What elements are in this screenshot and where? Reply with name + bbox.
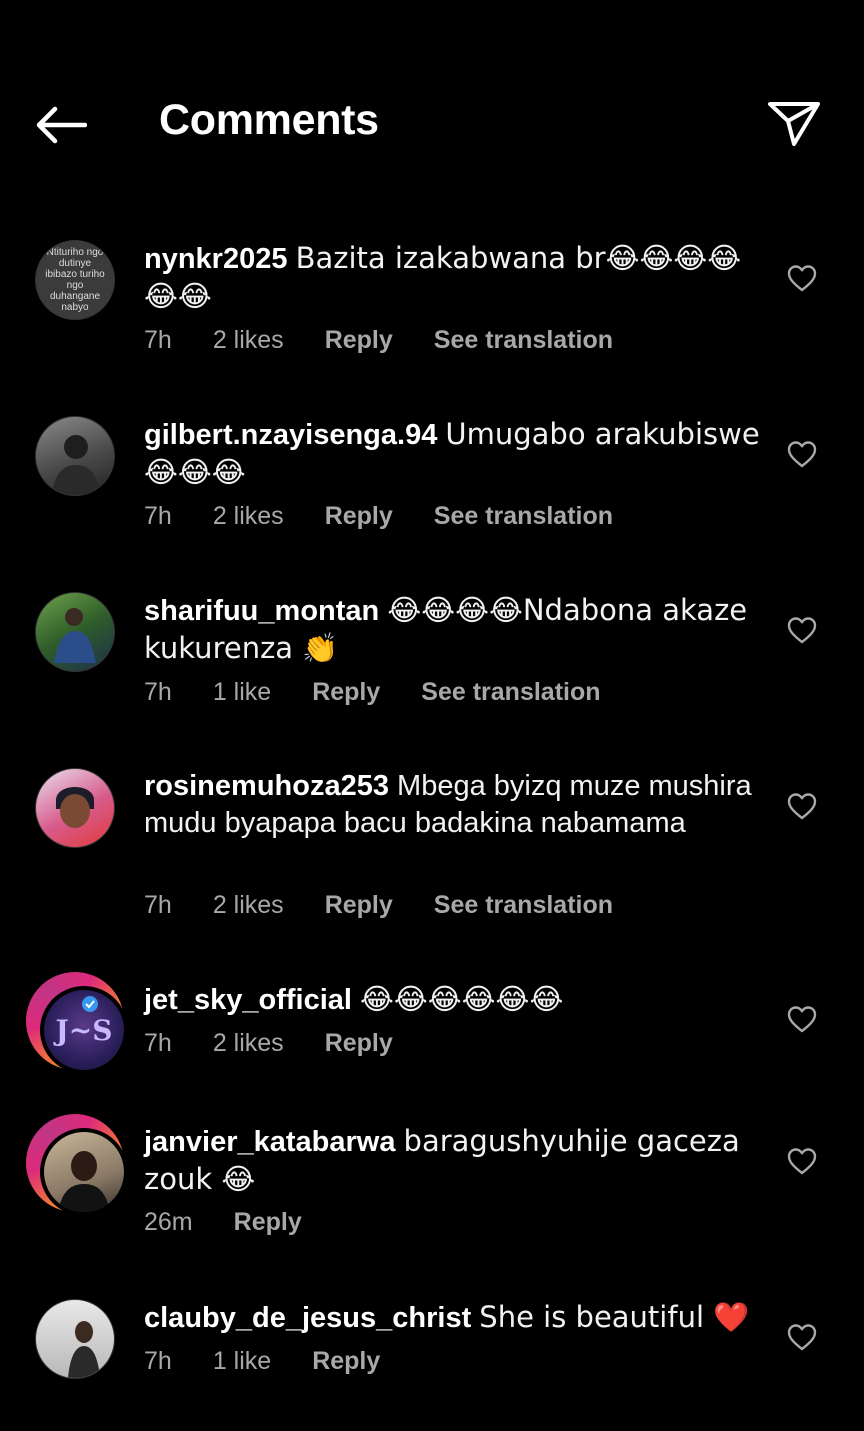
see-translation-button[interactable]: See translation [421,678,600,707]
person-silhouette-icon [58,1151,110,1212]
reply-button[interactable]: Reply [312,678,380,707]
comment-likes[interactable]: 1 like [213,678,271,707]
avatar[interactable] [26,1114,128,1216]
reply-button[interactable]: Reply [325,1029,393,1058]
see-translation-button[interactable]: See translation [434,326,613,355]
comment-meta: 26m Reply [144,1208,343,1237]
comment-username[interactable]: clauby_de_jesus_christ [144,1302,471,1334]
avatar[interactable] [35,592,115,672]
comment-meta: 7h 2 likes Reply See translation [144,326,654,355]
avatar[interactable]: Ntituriho ngo dutinye ibibazo turiho ngo… [35,240,115,320]
logo-icon: J~S [53,996,113,1047]
avatar[interactable]: J~S [26,972,128,1074]
reply-button[interactable]: Reply [312,1347,380,1376]
comment-likes[interactable]: 2 likes [213,891,284,920]
heart-icon[interactable] [786,1003,818,1035]
comment-time: 7h [144,1029,172,1057]
comment-likes[interactable]: 2 likes [213,326,284,355]
comment-body: janvier_katabarwa baragushyuhije gaceza … [144,1123,764,1199]
share-button[interactable] [764,96,824,152]
person-silhouette-icon [54,608,96,663]
comment-time: 26m [144,1208,193,1236]
see-translation-button[interactable]: See translation [434,502,613,531]
comment-time: 7h [144,502,172,530]
reply-button[interactable]: Reply [325,326,393,355]
comment-meta: 7h 2 likes Reply [144,1029,434,1058]
comment-meta: 7h 2 likes Reply See translation [144,891,654,920]
reply-button[interactable]: Reply [325,891,393,920]
comment-time: 7h [144,1347,172,1375]
comment-body: sharifuu_montan 😂😂😂😂Ndabona akaze kukure… [144,592,764,668]
person-silhouette-icon [56,787,94,828]
heart-icon[interactable] [786,1321,818,1353]
avatar[interactable] [35,768,115,848]
paper-plane-icon [768,102,820,146]
comment-text: She is beautiful ❤️ [479,1300,750,1334]
comment-body: nynkr2025 Bazita izakabwana br😂😂😂😂😂😂 [144,240,764,316]
comment-body: clauby_de_jesus_christ She is beautiful … [144,1299,764,1337]
comment-meta: 7h 1 like Reply [144,1347,421,1376]
person-silhouette-icon [68,1321,100,1378]
comment-meta: 7h 1 like Reply See translation [144,678,642,707]
comment-likes[interactable]: 2 likes [213,1029,284,1058]
heart-icon[interactable] [786,614,818,646]
comment-body: rosinemuhoza253 Mbega byizq muze mushira… [144,768,764,842]
avatar[interactable] [35,1299,115,1379]
comment-username[interactable]: gilbert.nzayisenga.94 [144,419,437,451]
reply-button[interactable]: Reply [234,1208,302,1237]
app-header: Comments [0,0,864,200]
comment-likes[interactable]: 2 likes [213,502,284,531]
comment-username[interactable]: jet_sky_official [144,984,352,1016]
comment-username[interactable]: sharifuu_montan [144,595,379,627]
comment-username[interactable]: nynkr2025 [144,243,288,275]
comment-meta: 7h 2 likes Reply See translation [144,502,654,531]
comment-body: jet_sky_official 😂😂😂😂😂😂 [144,981,764,1019]
heart-icon[interactable] [786,1145,818,1177]
see-translation-button[interactable]: See translation [434,891,613,920]
page-title: Comments [159,96,379,144]
comment-time: 7h [144,326,172,354]
person-silhouette-icon [52,435,100,495]
comment-time: 7h [144,891,172,919]
svg-text:J~S: J~S [53,1014,113,1047]
heart-icon[interactable] [786,262,818,294]
comment-likes[interactable]: 1 like [213,1347,271,1376]
comment-time: 7h [144,678,172,706]
arrow-left-icon [36,106,87,144]
reply-button[interactable]: Reply [325,502,393,531]
avatar-text: Ntituriho ngo dutinye ibibazo turiho ngo… [45,247,105,313]
comment-username[interactable]: rosinemuhoza253 [144,770,389,802]
comment-body: gilbert.nzayisenga.94 Umugabo arakubiswe… [144,416,764,492]
avatar[interactable] [35,416,115,496]
comment-text: 😂😂😂😂😂😂 [360,982,564,1016]
heart-icon[interactable] [786,790,818,822]
comment-username[interactable]: janvier_katabarwa [144,1126,395,1158]
heart-icon[interactable] [786,438,818,470]
back-button[interactable] [30,100,92,150]
